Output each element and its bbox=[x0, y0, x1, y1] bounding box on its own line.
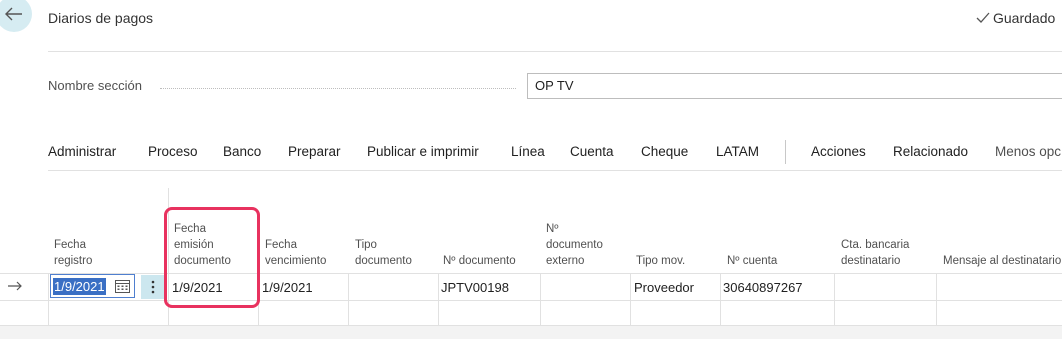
field-leader-dots bbox=[160, 88, 516, 89]
vertical-ellipsis-icon bbox=[151, 280, 155, 294]
menu-publicar-imprimir[interactable]: Publicar e imprimir bbox=[367, 144, 479, 159]
menu-banco[interactable]: Banco bbox=[223, 144, 261, 159]
col-no-documento-externo[interactable]: Nº documento externo bbox=[546, 221, 603, 269]
menu-cuenta[interactable]: Cuenta bbox=[570, 144, 614, 159]
menu-acciones[interactable]: Acciones bbox=[811, 144, 866, 159]
cell-tipo-mov[interactable]: Proveedor bbox=[634, 280, 694, 295]
menu-administrar[interactable]: Administrar bbox=[48, 144, 116, 159]
grid-col-line bbox=[48, 273, 49, 325]
row-actions-button[interactable] bbox=[141, 275, 165, 299]
col-cta-bancaria-destinatario[interactable]: Cta. bancaria destinatario bbox=[841, 237, 909, 269]
grid-col-line bbox=[936, 273, 937, 325]
menu-preparar[interactable]: Preparar bbox=[288, 144, 341, 159]
col-tipo-mov[interactable]: Tipo mov. bbox=[636, 253, 685, 269]
section-name-label: Nombre sección bbox=[48, 78, 142, 93]
menu-proceso[interactable]: Proceso bbox=[148, 144, 198, 159]
arrow-right-icon bbox=[8, 281, 22, 291]
grid-col-line bbox=[834, 273, 835, 325]
highlight-annotation bbox=[164, 207, 260, 308]
grid-col-line bbox=[540, 273, 541, 325]
menu-latam[interactable]: LATAM bbox=[716, 144, 759, 159]
col-mensaje-destinatario[interactable]: Mensaje al destinatario bbox=[943, 253, 1061, 269]
checkmark-icon bbox=[976, 12, 990, 23]
grid-row-line bbox=[0, 300, 1062, 301]
col-fecha-registro[interactable]: Fecha registro bbox=[54, 237, 92, 269]
section-name-input[interactable]: OP TV bbox=[527, 73, 1062, 99]
cell-fecha-vencimiento[interactable]: 1/9/2021 bbox=[262, 280, 313, 295]
grid-header-line bbox=[0, 273, 1062, 274]
header-divider bbox=[48, 51, 1062, 52]
grid-footer bbox=[0, 326, 1062, 339]
menu-separator bbox=[785, 140, 786, 164]
back-arrow-icon bbox=[5, 7, 22, 21]
col-no-cuenta[interactable]: Nº cuenta bbox=[727, 253, 777, 269]
cell-no-cuenta[interactable]: 30640897267 bbox=[723, 280, 803, 295]
saved-status: Guardado bbox=[976, 10, 1055, 26]
menu-relacionado[interactable]: Relacionado bbox=[893, 144, 968, 159]
grid-col-line bbox=[630, 273, 631, 325]
grid-col-line bbox=[348, 273, 349, 325]
fecha-registro-input[interactable]: 1/9/2021 bbox=[50, 274, 135, 298]
menu-linea[interactable]: Línea bbox=[511, 144, 545, 159]
back-button[interactable] bbox=[0, 0, 32, 32]
menu-divider bbox=[48, 170, 1062, 171]
fecha-registro-value: 1/9/2021 bbox=[53, 278, 106, 295]
cell-no-documento[interactable]: JPTV00198 bbox=[441, 280, 509, 295]
grid-col-line bbox=[438, 273, 439, 325]
menu-menos-opciones[interactable]: Menos opc bbox=[995, 144, 1061, 159]
saved-label: Guardado bbox=[993, 10, 1056, 26]
action-menu: Administrar Proceso Banco Preparar Publi… bbox=[0, 140, 1062, 164]
menu-cheque[interactable]: Cheque bbox=[641, 144, 688, 159]
col-tipo-documento[interactable]: Tipo documento bbox=[355, 237, 412, 269]
calendar-icon[interactable] bbox=[115, 279, 130, 293]
grid-col-line bbox=[720, 273, 721, 325]
page-title: Diarios de pagos bbox=[48, 10, 154, 26]
col-no-documento[interactable]: Nº documento bbox=[443, 253, 516, 269]
col-fecha-vencimiento[interactable]: Fecha vencimiento bbox=[265, 237, 326, 269]
